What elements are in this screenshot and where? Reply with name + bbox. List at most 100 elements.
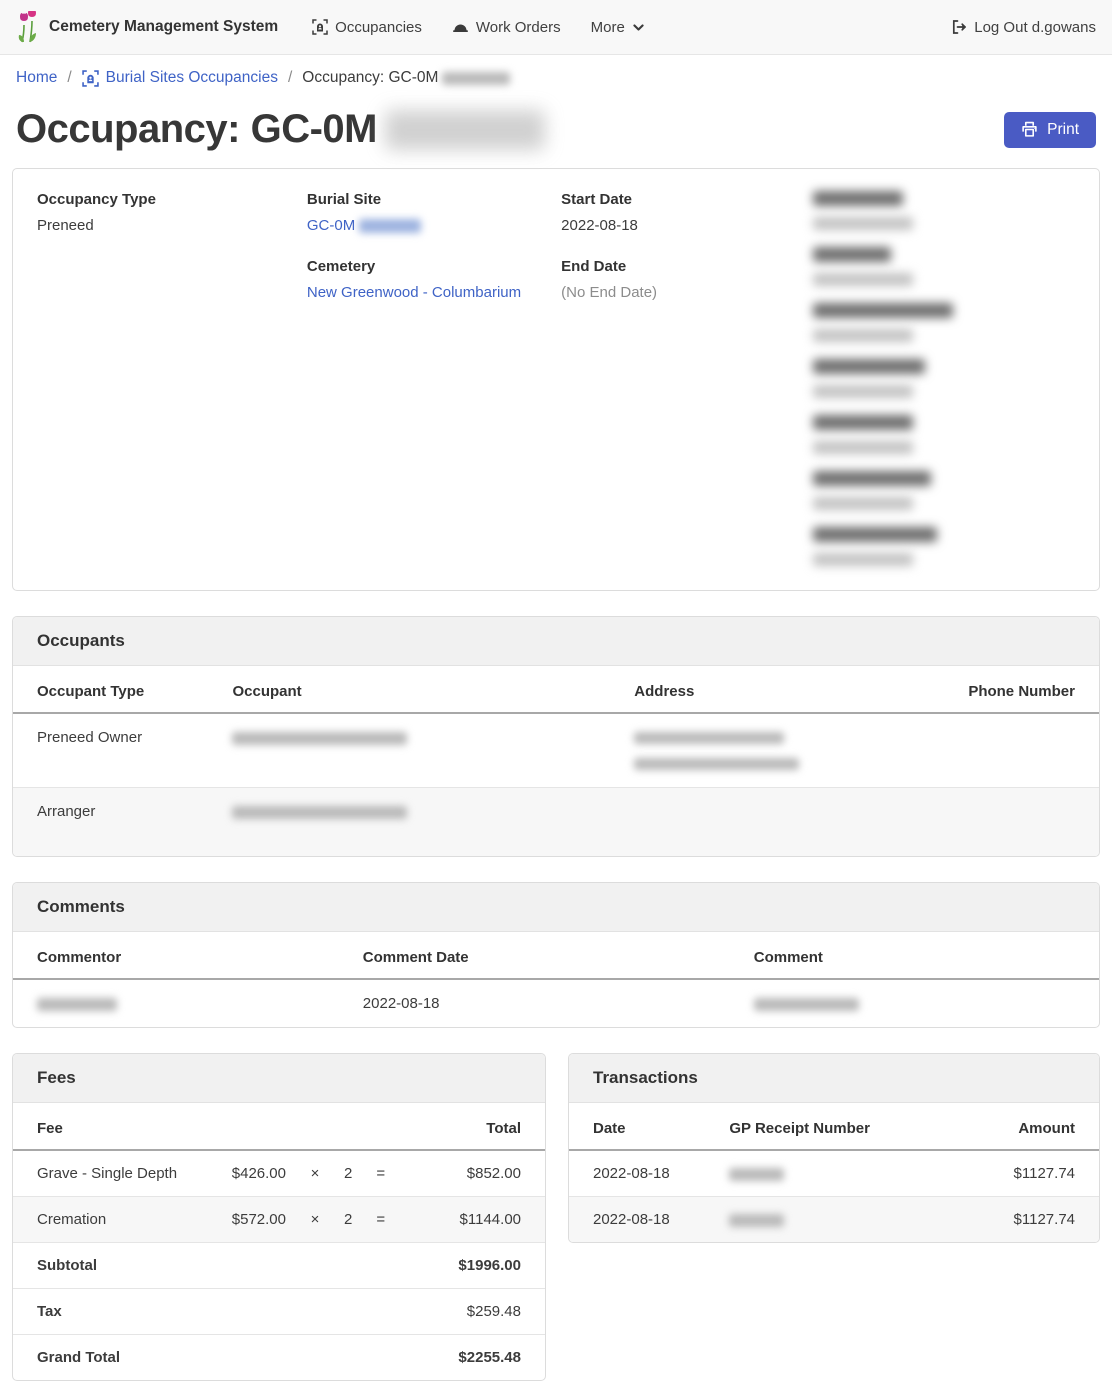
tax-value: $259.48 <box>397 1289 545 1335</box>
redacted-title-segment <box>385 110 545 150</box>
transactions-table: Date GP Receipt Number Amount 2022-08-18… <box>569 1103 1099 1242</box>
logout-link[interactable]: Log Out d.gowans <box>951 19 1096 36</box>
fees-table: Fee Total Grave - Single Depth $426.00 ×… <box>13 1103 545 1380</box>
logout-icon <box>951 19 967 35</box>
breadcrumb-separator: / <box>67 69 71 87</box>
fees-col-total: Total <box>397 1103 545 1150</box>
subtotal-value: $1996.00 <box>397 1243 545 1289</box>
occupant-row: Arranger <box>13 788 1099 857</box>
occupancy-detail-card: Occupancy Type Preneed Burial Site GC-0M… <box>12 168 1100 591</box>
occupant-address-cell <box>610 713 882 788</box>
transaction-amount-cell: $1127.74 <box>951 1150 1099 1197</box>
detail-column-redacted <box>813 191 1075 566</box>
nav-item-label: More <box>591 19 625 36</box>
transaction-receipt-cell <box>717 1197 950 1243</box>
nav-item-more[interactable]: More <box>591 19 645 36</box>
comments-header: Comments <box>13 883 1099 932</box>
fee-price-cell: $426.00 <box>213 1150 298 1197</box>
comment-date-cell: 2022-08-18 <box>339 979 730 1027</box>
occupants-col-occupant: Occupant <box>208 666 610 713</box>
occupant-address-cell <box>610 788 882 857</box>
cemetery-label: Cemetery <box>307 258 561 275</box>
detail-column-3: Start Date 2022-08-18 End Date (No End D… <box>561 191 813 566</box>
comment-cell <box>730 979 1099 1027</box>
fee-price-cell: $572.00 <box>213 1197 298 1243</box>
cemetery-link[interactable]: New Greenwood - Columbarium <box>307 284 521 301</box>
fee-name-cell: Cremation <box>13 1197 213 1243</box>
detail-column-2: Burial Site GC-0M Cemetery New Greenwood… <box>307 191 561 566</box>
breadcrumb: Home / Burial Sites Occupancies / Occupa… <box>0 55 1112 99</box>
transaction-receipt-cell <box>717 1150 950 1197</box>
subtotal-label: Subtotal <box>13 1243 397 1289</box>
tombstone-icon <box>312 19 328 35</box>
comments-card: Comments Commentor Comment Date Comment … <box>12 882 1100 1028</box>
page-title-text: Occupancy: GC-0M <box>16 107 377 152</box>
fee-name-cell: Grave - Single Depth <box>13 1150 213 1197</box>
tulip-logo-icon <box>16 11 40 43</box>
page-title: Occupancy: GC-0M <box>16 107 545 152</box>
grand-total-value: $2255.48 <box>397 1335 545 1381</box>
comments-col-date: Comment Date <box>339 932 730 979</box>
tombstone-icon <box>82 70 99 87</box>
redacted-burial-site-segment <box>359 219 421 233</box>
burial-site-link-text: GC-0M <box>307 217 355 234</box>
transaction-row: 2022-08-18 $1127.74 <box>569 1197 1099 1243</box>
printer-icon <box>1021 121 1038 138</box>
transactions-card: Transactions Date GP Receipt Number Amou… <box>568 1053 1100 1243</box>
end-date-value: (No End Date) <box>561 284 813 301</box>
brand-label: Cemetery Management System <box>49 18 278 36</box>
chevron-down-icon <box>632 21 645 34</box>
breadcrumb-occupancies-label: Burial Sites Occupancies <box>106 69 278 87</box>
redacted-field <box>813 471 1075 510</box>
start-date-value: 2022-08-18 <box>561 217 813 234</box>
redacted-field <box>813 415 1075 454</box>
navbar-brand[interactable]: Cemetery Management System <box>16 11 278 43</box>
end-date-label: End Date <box>561 258 813 275</box>
fee-total-cell: $852.00 <box>397 1150 545 1197</box>
fee-equals-cell: = <box>364 1150 397 1197</box>
end-date-field: End Date (No End Date) <box>561 258 813 301</box>
occupant-phone-cell <box>882 788 1099 857</box>
bottom-section: Fees Fee Total Grave - Single Depth $426… <box>12 1053 1100 1383</box>
fee-equals-cell: = <box>364 1197 397 1243</box>
fees-card: Fees Fee Total Grave - Single Depth $426… <box>12 1053 546 1381</box>
navbar-links: Occupancies Work Orders More <box>312 19 951 36</box>
detail-column-1: Occupancy Type Preneed <box>37 191 307 566</box>
commentor-cell <box>13 979 339 1027</box>
transactions-header: Transactions <box>569 1054 1099 1103</box>
breadcrumb-current: Occupancy: GC-0M <box>302 69 510 87</box>
occupant-name-cell <box>208 713 610 788</box>
fees-subtotal-row: Subtotal $1996.00 <box>13 1243 545 1289</box>
occupant-phone-cell <box>882 713 1099 788</box>
breadcrumb-home[interactable]: Home <box>16 69 57 87</box>
grand-total-label: Grand Total <box>13 1335 397 1381</box>
occupant-row: Preneed Owner <box>13 713 1099 788</box>
transactions-col-receipt: GP Receipt Number <box>717 1103 950 1150</box>
breadcrumb-current-label: Occupancy: GC-0M <box>302 69 438 87</box>
transaction-date-cell: 2022-08-18 <box>569 1197 717 1243</box>
nav-item-occupancies[interactable]: Occupancies <box>312 19 422 36</box>
fees-tax-row: Tax $259.48 <box>13 1289 545 1335</box>
top-navbar: Cemetery Management System Occupancies <box>0 0 1112 55</box>
print-button-label: Print <box>1047 121 1079 139</box>
breadcrumb-separator: / <box>288 69 292 87</box>
fee-times-cell: × <box>298 1150 332 1197</box>
occupant-name-cell <box>208 788 610 857</box>
comment-row: 2022-08-18 <box>13 979 1099 1027</box>
occupant-type-cell: Arranger <box>13 788 208 857</box>
redacted-field <box>813 303 1075 342</box>
tax-label: Tax <box>13 1289 397 1335</box>
transaction-date-cell: 2022-08-18 <box>569 1150 717 1197</box>
title-row: Occupancy: GC-0M Print <box>0 99 1112 168</box>
print-button[interactable]: Print <box>1004 112 1096 148</box>
nav-item-work-orders[interactable]: Work Orders <box>452 19 561 36</box>
breadcrumb-occupancies[interactable]: Burial Sites Occupancies <box>82 69 278 87</box>
occupants-col-address: Address <box>610 666 882 713</box>
transaction-amount-cell: $1127.74 <box>951 1197 1099 1243</box>
logout-label: Log Out d.gowans <box>974 19 1096 36</box>
burial-site-field: Burial Site GC-0M <box>307 191 561 234</box>
burial-site-link[interactable]: GC-0M <box>307 217 422 234</box>
fees-col-fee: Fee <box>13 1103 213 1150</box>
occupancy-type-label: Occupancy Type <box>37 191 307 208</box>
cemetery-field: Cemetery New Greenwood - Columbarium <box>307 258 561 301</box>
